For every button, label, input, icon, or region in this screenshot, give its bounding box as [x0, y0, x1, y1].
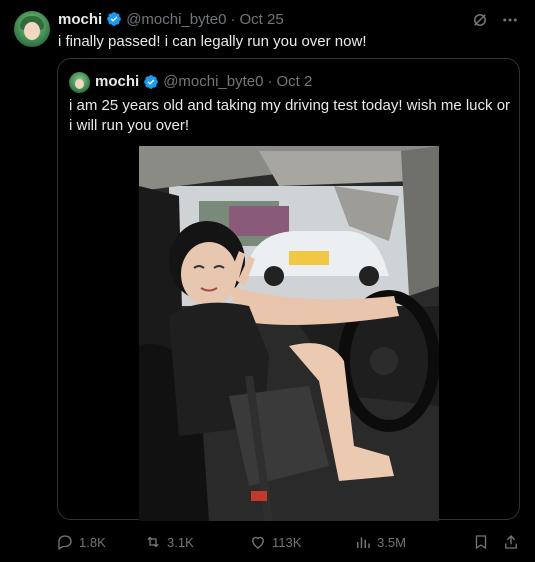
tweet-actions: 1.8K 3.1K 113K 3.5M [56, 532, 520, 552]
separator: · [267, 73, 273, 90]
views-icon [357, 537, 370, 548]
repost-icon [147, 536, 159, 548]
repost-button[interactable]: 3.1K [144, 533, 249, 551]
views-button[interactable]: 3.5M [354, 533, 449, 551]
tweet-top-icons [471, 11, 519, 29]
grok-icon[interactable] [471, 11, 489, 29]
reply-button[interactable]: 1.8K [56, 533, 144, 551]
quoted-avatar[interactable] [69, 72, 90, 93]
avatar-face [24, 22, 40, 40]
share-icon [505, 535, 517, 549]
bookmark-button[interactable] [472, 533, 490, 551]
views-count: 3.5M [377, 534, 406, 550]
tweet[interactable]: mochi @mochi_byte0 · Oct 25 i finally pa… [0, 0, 535, 562]
verified-badge-icon [143, 74, 159, 90]
quoted-tweet[interactable]: mochi @mochi_byte0 · Oct 2 i am 25 years… [57, 58, 520, 521]
tweet-date[interactable]: Oct 25 [239, 11, 283, 28]
tweet-header: mochi @mochi_byte0 · Oct 25 [58, 10, 284, 28]
quoted-text: i am 25 years old and taking my driving … [69, 97, 511, 134]
share-button[interactable] [502, 533, 520, 551]
heart-icon [252, 536, 264, 549]
repost-count: 3.1K [167, 534, 194, 550]
right-actions [472, 533, 520, 551]
author-name[interactable]: mochi [58, 11, 102, 28]
author-handle[interactable]: @mochi_byte0 [126, 11, 226, 28]
bookmark-icon [475, 535, 487, 550]
avatar[interactable] [14, 11, 50, 47]
more-icon[interactable] [501, 11, 519, 29]
quoted-author-handle[interactable]: @mochi_byte0 [163, 73, 263, 90]
quoted-date[interactable]: Oct 2 [276, 73, 312, 90]
separator: · [230, 10, 236, 28]
reply-count: 1.8K [79, 534, 106, 550]
like-count: 113K [272, 534, 302, 550]
photo-illustration [139, 146, 439, 521]
reply-icon [58, 535, 72, 550]
verified-badge-icon [106, 11, 122, 27]
tweet-text: i finally passed! i can legally run you … [58, 33, 367, 50]
quoted-header: mochi @mochi_byte0 · Oct 2 [95, 73, 312, 90]
quoted-photo[interactable] [139, 146, 439, 521]
quoted-avatar-face [75, 79, 84, 89]
like-button[interactable]: 113K [249, 533, 354, 551]
quoted-author-name[interactable]: mochi [95, 73, 139, 90]
